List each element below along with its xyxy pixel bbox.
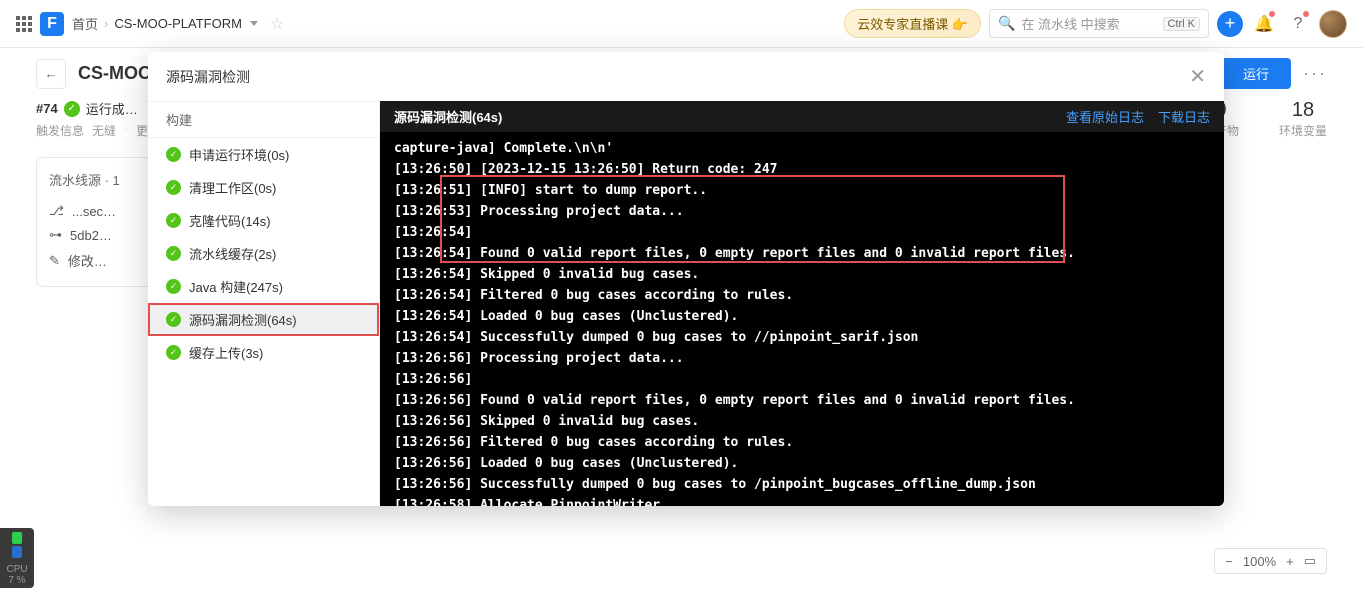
step-item[interactable]: ✓清理工作区(0s) — [148, 171, 379, 204]
check-icon: ✓ — [166, 180, 181, 195]
check-icon: ✓ — [166, 279, 181, 294]
step-item[interactable]: ✓流水线缓存(2s) — [148, 237, 379, 270]
step-item[interactable]: ✓克隆代码(14s) — [148, 204, 379, 237]
check-icon: ✓ — [166, 246, 181, 261]
check-icon: ✓ — [166, 147, 181, 162]
log-modal: 源码漏洞检测 ✕ 构建 ✓申请运行环境(0s) ✓清理工作区(0s) ✓克隆代码… — [148, 52, 1224, 506]
step-item[interactable]: ✓缓存上传(3s) — [148, 336, 379, 369]
log-body[interactable]: capture-java] Complete.\n\n'[13:26:50] [… — [380, 132, 1224, 506]
step-item[interactable]: ✓Java 构建(247s) — [148, 270, 379, 303]
step-item-active[interactable]: ✓源码漏洞检测(64s) — [148, 303, 379, 336]
log-title: 源码漏洞检测(64s) — [394, 107, 502, 126]
close-icon[interactable]: ✕ — [1189, 64, 1206, 89]
download-link[interactable]: 下载日志 — [1158, 107, 1210, 126]
check-icon: ✓ — [166, 312, 181, 327]
check-icon: ✓ — [166, 213, 181, 228]
check-icon: ✓ — [166, 345, 181, 360]
step-list: 构建 ✓申请运行环境(0s) ✓清理工作区(0s) ✓克隆代码(14s) ✓流水… — [148, 101, 380, 506]
modal-title: 源码漏洞检测 — [166, 67, 250, 87]
step-group-label: 构建 — [148, 101, 379, 138]
log-pane: 源码漏洞检测(64s) 查看原始日志 下载日志 capture-java] Co… — [380, 101, 1224, 506]
step-item[interactable]: ✓申请运行环境(0s) — [148, 138, 379, 171]
view-raw-link[interactable]: 查看原始日志 — [1066, 107, 1144, 126]
